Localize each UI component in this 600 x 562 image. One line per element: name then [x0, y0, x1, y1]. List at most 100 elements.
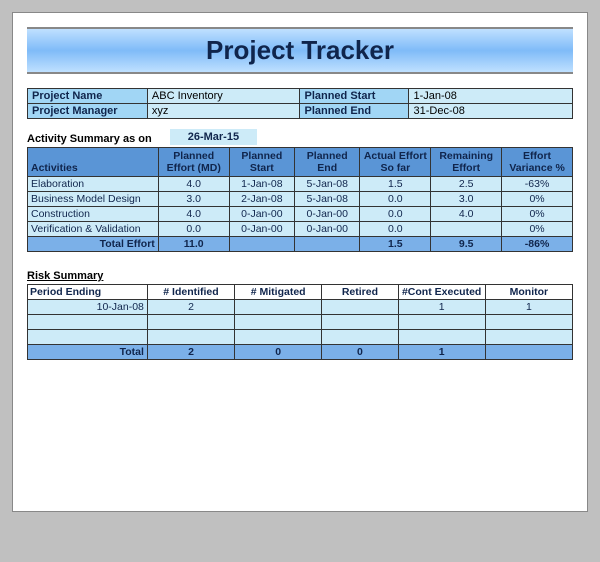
risk-identified [147, 315, 234, 330]
activity-summary-header-row: Activity Summary as on 26-Mar-15 [27, 119, 573, 145]
risk-identified [147, 330, 234, 345]
activity-summary-label: Activity Summary as on [27, 133, 152, 145]
risk-retired [322, 315, 398, 330]
planned-start: 2-Jan-08 [229, 192, 294, 207]
variance: 0% [502, 222, 573, 237]
actual-effort: 1.5 [360, 177, 431, 192]
actual-effort: 0.0 [360, 207, 431, 222]
col-activities: Activities [28, 148, 159, 177]
planned-start: 1-Jan-08 [229, 177, 294, 192]
risk-summary-title: Risk Summary [27, 270, 573, 282]
col-retired: Retired [322, 285, 398, 300]
total-planned-effort: 11.0 [158, 237, 229, 252]
total-remaining-effort: 9.5 [431, 237, 502, 252]
planned-effort: 4.0 [158, 177, 229, 192]
project-manager-value: xyz [147, 104, 300, 119]
risk-total-monitor [485, 345, 572, 360]
activity-name: Verification & Validation [28, 222, 159, 237]
risk-retired [322, 300, 398, 315]
col-planned-end: Planned End [295, 148, 360, 177]
total-planned-start [229, 237, 294, 252]
info-row: Project Name ABC Inventory Planned Start… [28, 89, 573, 104]
total-planned-end [295, 237, 360, 252]
content-area: Project Name ABC Inventory Planned Start… [13, 74, 587, 366]
project-name-value: ABC Inventory [147, 89, 300, 104]
risk-mitigated [235, 300, 322, 315]
col-cont-executed: #Cont Executed [398, 285, 485, 300]
variance: 0% [502, 207, 573, 222]
variance: 0% [502, 192, 573, 207]
activity-table-head: Activities Planned Effort (MD) Planned S… [28, 148, 573, 177]
risk-mitigated [235, 330, 322, 345]
risk-cont-executed: 1 [398, 300, 485, 315]
risk-monitor [485, 330, 572, 345]
info-row: Project Manager xyz Planned End 31-Dec-0… [28, 104, 573, 119]
project-name-label: Project Name [28, 89, 148, 104]
planned-effort: 0.0 [158, 222, 229, 237]
col-period: Period Ending [28, 285, 148, 300]
col-mitigated: # Mitigated [235, 285, 322, 300]
total-actual-effort: 1.5 [360, 237, 431, 252]
risk-total-label: Total [28, 345, 148, 360]
risk-total-cont-executed: 1 [398, 345, 485, 360]
risk-identified: 2 [147, 300, 234, 315]
risk-table: Period Ending # Identified # Mitigated R… [27, 284, 573, 360]
title-bar-inner: Project Tracker [27, 29, 573, 72]
table-row: 10-Jan-082 11 [28, 300, 573, 315]
actual-effort: 0.0 [360, 192, 431, 207]
title-bar: Project Tracker [27, 27, 573, 74]
planned-start-value: 1-Jan-08 [409, 89, 573, 104]
risk-period: 10-Jan-08 [28, 300, 148, 315]
risk-total-retired: 0 [322, 345, 398, 360]
activity-name: Construction [28, 207, 159, 222]
table-row: Business Model Design3.02-Jan-085-Jan-08… [28, 192, 573, 207]
risk-monitor [485, 315, 572, 330]
variance: -63% [502, 177, 573, 192]
activity-table: Activities Planned Effort (MD) Planned S… [27, 147, 573, 252]
col-actual-effort: Actual Effort So far [360, 148, 431, 177]
col-planned-effort: Planned Effort (MD) [158, 148, 229, 177]
total-variance: -86% [502, 237, 573, 252]
total-label: Total Effort [28, 237, 159, 252]
activity-name: Business Model Design [28, 192, 159, 207]
planned-end: 0-Jan-00 [295, 222, 360, 237]
col-remaining-effort: Remaining Effort [431, 148, 502, 177]
risk-mitigated [235, 315, 322, 330]
risk-monitor: 1 [485, 300, 572, 315]
planned-start-label: Planned Start [300, 89, 409, 104]
planned-start: 0-Jan-00 [229, 207, 294, 222]
activity-name: Elaboration [28, 177, 159, 192]
risk-table-body: 10-Jan-08211Total2001 [28, 300, 573, 360]
risk-retired [322, 330, 398, 345]
remaining-effort: 2.5 [431, 177, 502, 192]
planned-end-label: Planned End [300, 104, 409, 119]
planned-start: 0-Jan-00 [229, 222, 294, 237]
planned-end: 0-Jan-00 [295, 207, 360, 222]
col-identified: # Identified [147, 285, 234, 300]
table-row: Construction4.00-Jan-000-Jan-000.04.00% [28, 207, 573, 222]
risk-total-mitigated: 0 [235, 345, 322, 360]
risk-period [28, 330, 148, 345]
table-row [28, 315, 573, 330]
remaining-effort: 3.0 [431, 192, 502, 207]
col-planned-start: Planned Start [229, 148, 294, 177]
document-page: Project Tracker Project Name ABC Invento… [12, 12, 588, 512]
project-manager-label: Project Manager [28, 104, 148, 119]
planned-end: 5-Jan-08 [295, 192, 360, 207]
risk-period [28, 315, 148, 330]
risk-cont-executed [398, 315, 485, 330]
total-row: Total2001 [28, 345, 573, 360]
planned-effort: 3.0 [158, 192, 229, 207]
table-row: Elaboration4.01-Jan-085-Jan-081.52.5-63% [28, 177, 573, 192]
remaining-effort: 4.0 [431, 207, 502, 222]
activity-summary-date: 26-Mar-15 [170, 129, 257, 145]
table-row: Verification & Validation0.00-Jan-000-Ja… [28, 222, 573, 237]
project-info-table: Project Name ABC Inventory Planned Start… [27, 88, 573, 119]
remaining-effort [431, 222, 502, 237]
risk-cont-executed [398, 330, 485, 345]
risk-total-identified: 2 [147, 345, 234, 360]
col-monitor: Monitor [485, 285, 572, 300]
planned-effort: 4.0 [158, 207, 229, 222]
col-variance: Effort Variance % [502, 148, 573, 177]
activity-table-body: Elaboration4.01-Jan-085-Jan-081.52.5-63%… [28, 177, 573, 252]
